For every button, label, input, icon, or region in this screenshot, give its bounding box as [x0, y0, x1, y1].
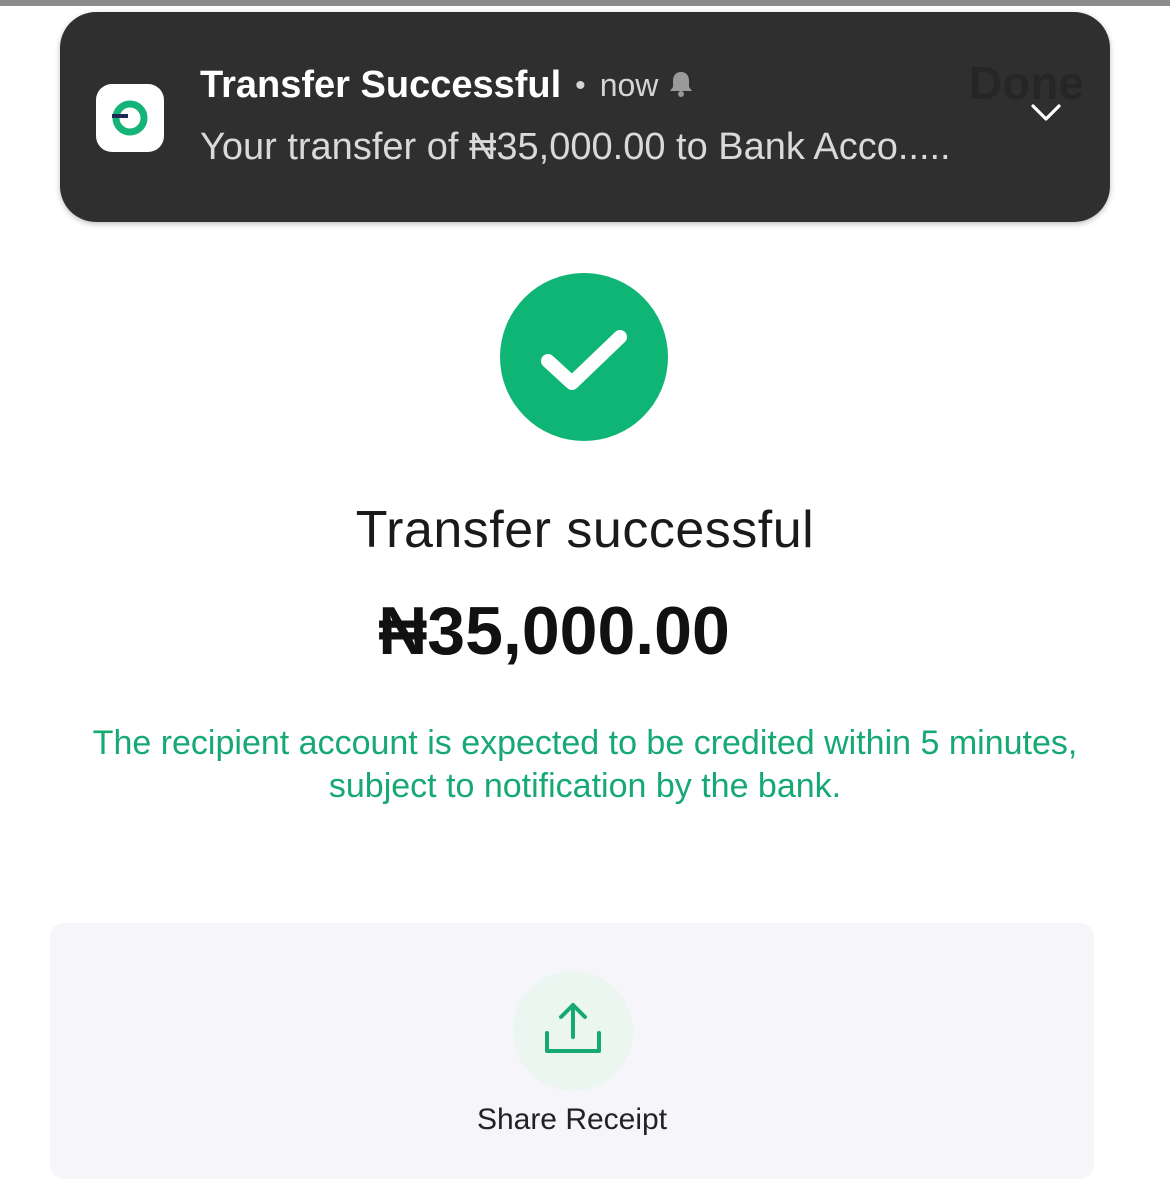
bell-icon — [668, 70, 694, 103]
status-title: Transfer successful — [355, 501, 815, 559]
notification-header: Transfer Successful • now — [200, 64, 694, 107]
transfer-success-screen: Done Transfer Successful • now Your tran… — [0, 0, 1170, 1186]
notification-title: Transfer Successful — [200, 64, 562, 106]
receipt-actions-card: Share Receipt — [50, 923, 1094, 1179]
notification-body: Your transfer of ₦35,000.00 to Bank Acco… — [200, 126, 951, 168]
share-receipt-button[interactable] — [513, 971, 633, 1091]
check-icon — [541, 330, 627, 390]
notification-banner[interactable]: Done Transfer Successful • now Your tran… — [60, 12, 1110, 222]
status-bar-edge — [0, 0, 1170, 6]
share-receipt-label[interactable]: Share Receipt — [50, 1103, 1094, 1137]
app-logo-icon — [96, 84, 164, 152]
chevron-down-icon[interactable] — [1030, 102, 1062, 129]
success-badge — [500, 273, 668, 441]
credit-info-text: The recipient account is expected to be … — [92, 724, 1078, 805]
transfer-amount: ₦35,000.00 — [378, 593, 730, 669]
notification-separator: • — [575, 68, 586, 102]
share-upload-icon — [545, 1003, 601, 1053]
notification-time: now — [599, 67, 659, 103]
done-text-behind-banner: Done — [969, 57, 1084, 109]
